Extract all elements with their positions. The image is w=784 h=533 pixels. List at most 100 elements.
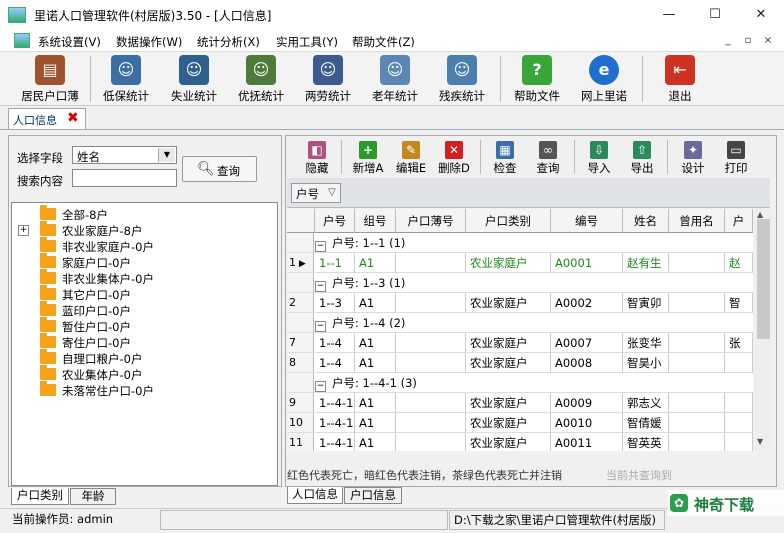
table-cell[interactable]: A0007: [551, 333, 623, 353]
collapse-icon[interactable]: −: [315, 281, 326, 292]
table-row[interactable]: 9 1--4-1 A1 农业家庭户 A0009 郭志义: [287, 393, 753, 413]
table-row[interactable]: 8 1--4 A1 农业家庭户 A0008 智昊小: [287, 353, 753, 373]
mdi-close-button[interactable]: ×: [760, 33, 776, 48]
disability-stats-button[interactable]: ☺ 残疾统计: [432, 54, 492, 104]
scroll-down-icon[interactable]: ▼: [757, 437, 763, 446]
table-cell[interactable]: [669, 413, 725, 433]
scroll-up-icon[interactable]: ▲: [757, 210, 763, 219]
minimize-button[interactable]: —: [646, 0, 692, 30]
table-cell[interactable]: [669, 253, 725, 273]
table-cell[interactable]: [396, 253, 466, 273]
expand-icon[interactable]: +: [18, 225, 29, 236]
search-input[interactable]: [72, 169, 177, 187]
table-cell[interactable]: 农业家庭户: [466, 353, 551, 373]
column-header[interactable]: 户口薄号: [396, 209, 466, 233]
table-cell[interactable]: 郭志义: [623, 393, 669, 413]
import-button[interactable]: ⇩ 导入: [579, 140, 619, 176]
table-cell[interactable]: 智昊小: [623, 353, 669, 373]
table-cell[interactable]: [725, 433, 753, 451]
hide-button[interactable]: ◧ 隐藏: [297, 140, 337, 176]
table-cell[interactable]: A1: [355, 433, 396, 451]
tab-age[interactable]: 年龄: [70, 488, 116, 505]
table-cell[interactable]: 1--4-1: [315, 433, 355, 451]
edit-button[interactable]: ✎ 编辑E: [391, 140, 431, 176]
mdi-restore-button[interactable]: ▫: [740, 33, 756, 48]
table-cell[interactable]: 张: [725, 333, 753, 353]
exit-button[interactable]: ⇤ 退出: [650, 54, 710, 104]
table-cell[interactable]: 智寅卯: [623, 293, 669, 313]
table-cell[interactable]: 张变华: [623, 333, 669, 353]
search-button[interactable]: ∞ 查询: [528, 140, 568, 176]
table-cell[interactable]: 智: [725, 293, 753, 313]
table-cell[interactable]: 智倩媛: [623, 413, 669, 433]
table-row[interactable]: 1 ▶ 1--1 A1 农业家庭户 A0001 赵有生 赵: [287, 253, 753, 273]
table-cell[interactable]: A1: [355, 293, 396, 313]
group-row[interactable]: − 户号: 1--1 (1): [287, 233, 753, 253]
column-header[interactable]: 曾用名: [669, 209, 725, 233]
table-row[interactable]: 2 1--3 A1 农业家庭户 A0002 智寅卯 智: [287, 293, 753, 313]
table-cell[interactable]: A1: [355, 253, 396, 273]
table-cell[interactable]: 赵有生: [623, 253, 669, 273]
menu-system-settings[interactable]: 系统设置(V): [38, 34, 101, 50]
mdi-minimize-button[interactable]: _: [720, 33, 736, 48]
online-lino-button[interactable]: e 网上里诺: [573, 54, 635, 104]
collapse-icon[interactable]: −: [315, 381, 326, 392]
household-book-button[interactable]: ▤ 居民户口薄: [12, 54, 88, 104]
table-cell[interactable]: [396, 393, 466, 413]
table-cell[interactable]: [396, 293, 466, 313]
table-row[interactable]: 10 1--4-1 A1 农业家庭户 A0010 智倩媛: [287, 413, 753, 433]
group-row[interactable]: − 户号: 1--4 (2): [287, 313, 753, 333]
table-cell[interactable]: [725, 393, 753, 413]
tab-household-type[interactable]: 户口类别: [11, 488, 69, 505]
table-cell[interactable]: [725, 413, 753, 433]
table-cell[interactable]: 1--4: [315, 333, 355, 353]
table-cell[interactable]: A0011: [551, 433, 623, 451]
table-cell[interactable]: [669, 433, 725, 451]
table-cell[interactable]: 1--4-1: [315, 413, 355, 433]
table-row[interactable]: 7 1--4 A1 农业家庭户 A0007 张变华 张: [287, 333, 753, 353]
table-cell[interactable]: A0010: [551, 413, 623, 433]
table-cell[interactable]: 农业家庭户: [466, 433, 551, 451]
table-cell[interactable]: 智英英: [623, 433, 669, 451]
table-cell[interactable]: [669, 353, 725, 373]
field-select[interactable]: 姓名 ▼: [72, 146, 177, 164]
print-button[interactable]: ▭ 打印: [716, 140, 756, 176]
column-header[interactable]: 编号: [551, 209, 623, 233]
table-cell[interactable]: [396, 353, 466, 373]
maximize-button[interactable]: ☐: [692, 0, 738, 30]
query-button[interactable]: 🔍︎ 查询: [182, 156, 257, 182]
table-cell[interactable]: A0009: [551, 393, 623, 413]
table-cell[interactable]: 1--1: [315, 253, 355, 273]
tab-population-info[interactable]: 人口信息 ✖: [8, 108, 86, 130]
veteran-stats-button[interactable]: ☺ 优抚统计: [231, 54, 291, 104]
table-cell[interactable]: [725, 353, 753, 373]
table-cell[interactable]: [396, 413, 466, 433]
column-header[interactable]: 户号: [315, 209, 355, 233]
table-cell[interactable]: [669, 393, 725, 413]
table-cell[interactable]: 农业家庭户: [466, 253, 551, 273]
column-header[interactable]: 户: [725, 209, 753, 233]
vertical-scrollbar[interactable]: ▲ ▼: [755, 209, 772, 451]
table-row[interactable]: 11 1--4-1 A1 农业家庭户 A0011 智英英: [287, 433, 753, 451]
add-button[interactable]: + 新增A: [348, 140, 388, 176]
table-cell[interactable]: 农业家庭户: [466, 293, 551, 313]
check-button[interactable]: ▦ 检查: [485, 140, 525, 176]
table-cell[interactable]: [669, 333, 725, 353]
delete-button[interactable]: ✕ 删除D: [434, 140, 474, 176]
table-cell[interactable]: A1: [355, 333, 396, 353]
table-cell[interactable]: A0001: [551, 253, 623, 273]
close-tab-icon[interactable]: ✖: [67, 110, 79, 126]
table-cell[interactable]: [669, 293, 725, 313]
table-cell[interactable]: [396, 333, 466, 353]
table-cell[interactable]: 农业家庭户: [466, 333, 551, 353]
tab-population[interactable]: 人口信息: [287, 487, 343, 504]
group-row[interactable]: − 户号: 1--3 (1): [287, 273, 753, 293]
menu-data-ops[interactable]: 数据操作(W): [116, 34, 182, 50]
table-cell[interactable]: A0008: [551, 353, 623, 373]
unemployment-stats-button[interactable]: ☺ 失业统计: [164, 54, 224, 104]
collapse-icon[interactable]: −: [315, 321, 326, 332]
menu-statistics[interactable]: 统计分析(X): [197, 34, 260, 50]
table-cell[interactable]: 农业家庭户: [466, 413, 551, 433]
menu-help[interactable]: 帮助文件(Z): [352, 34, 415, 50]
low-income-stats-button[interactable]: ☺ 低保统计: [96, 54, 156, 104]
